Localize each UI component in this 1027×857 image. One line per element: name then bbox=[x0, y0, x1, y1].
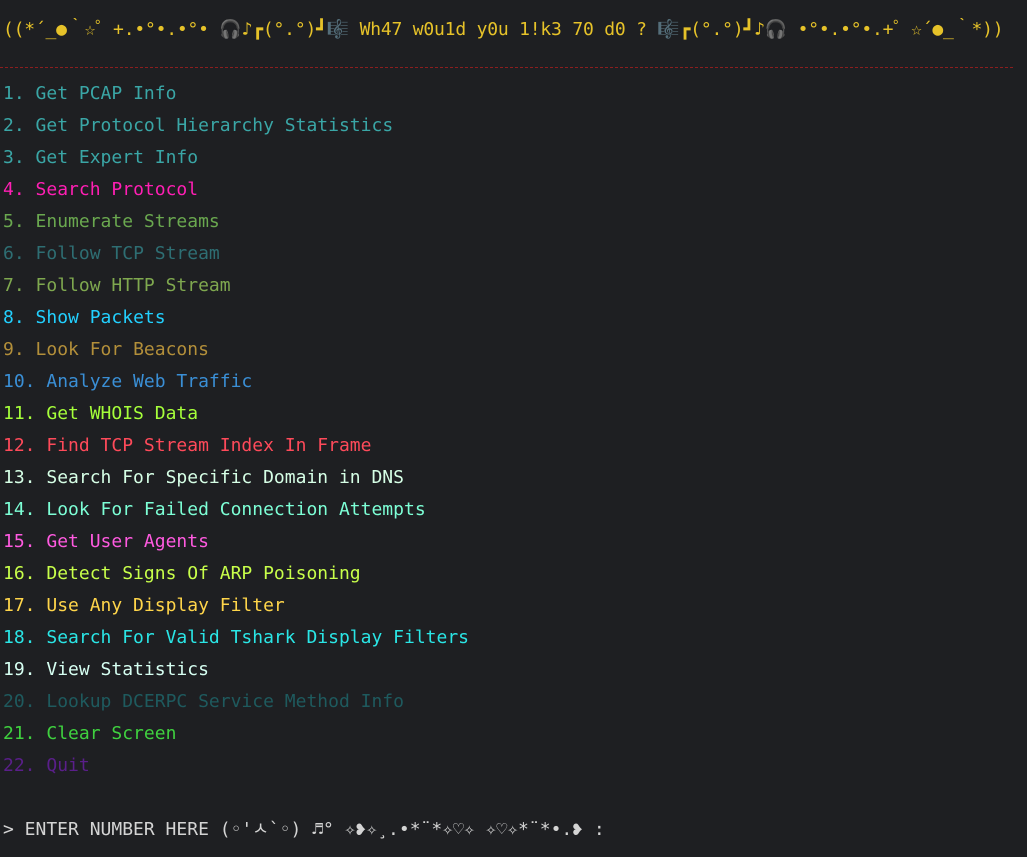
menu-item-1[interactable]: 1. Get PCAP Info bbox=[3, 82, 469, 114]
menu-item-label: Get Protocol Hierarchy Statistics bbox=[35, 115, 394, 136]
menu-item-label: Get User Agents bbox=[46, 531, 209, 552]
menu-item-10[interactable]: 10. Analyze Web Traffic bbox=[3, 370, 469, 402]
menu-item-number: 11. bbox=[3, 403, 36, 424]
menu-item-number: 22. bbox=[3, 755, 36, 776]
menu-item-4[interactable]: 4. Search Protocol bbox=[3, 178, 469, 210]
menu-item-label: Show Packets bbox=[35, 307, 166, 328]
menu-item-label: Look For Failed Connection Attempts bbox=[46, 499, 426, 520]
menu-item-20[interactable]: 20. Lookup DCERPC Service Method Info bbox=[3, 690, 469, 722]
menu-item-22[interactable]: 22. Quit bbox=[3, 754, 469, 786]
menu-item-label: Lookup DCERPC Service Method Info bbox=[46, 691, 404, 712]
menu-item-number: 21. bbox=[3, 723, 36, 744]
menu-item-label: Find TCP Stream Index In Frame bbox=[46, 435, 372, 456]
menu-item-2[interactable]: 2. Get Protocol Hierarchy Statistics bbox=[3, 114, 469, 146]
menu-item-number: 14. bbox=[3, 499, 36, 520]
menu-item-number: 16. bbox=[3, 563, 36, 584]
menu-item-7[interactable]: 7. Follow HTTP Stream bbox=[3, 274, 469, 306]
terminal-window: ((*´_●｀☆゜+.•°•.•°• 🎧♪┏(°.°)┛🎼 Wh47 w0u1d… bbox=[0, 0, 1027, 857]
menu-item-label: Get Expert Info bbox=[35, 147, 199, 168]
menu-item-label: Detect Signs Of ARP Poisoning bbox=[46, 563, 361, 584]
menu-item-label: Search For Specific Domain in DNS bbox=[46, 467, 404, 488]
menu-item-number: 4. bbox=[3, 179, 25, 200]
menu-item-label: Analyze Web Traffic bbox=[46, 371, 253, 392]
menu-item-number: 7. bbox=[3, 275, 25, 296]
menu-item-number: 8. bbox=[3, 307, 25, 328]
menu-item-5[interactable]: 5. Enumerate Streams bbox=[3, 210, 469, 242]
menu-item-8[interactable]: 8. Show Packets bbox=[3, 306, 469, 338]
menu-item-13[interactable]: 13. Search For Specific Domain in DNS bbox=[3, 466, 469, 498]
menu-item-number: 3. bbox=[3, 147, 25, 168]
menu-item-number: 20. bbox=[3, 691, 36, 712]
menu-item-number: 12. bbox=[3, 435, 36, 456]
menu-item-9[interactable]: 9. Look For Beacons bbox=[3, 338, 469, 370]
menu-item-19[interactable]: 19. View Statistics bbox=[3, 658, 469, 690]
menu-item-6[interactable]: 6. Follow TCP Stream bbox=[3, 242, 469, 274]
menu-item-number: 19. bbox=[3, 659, 36, 680]
menu-item-number: 5. bbox=[3, 211, 25, 232]
menu-item-label: Quit bbox=[46, 755, 90, 776]
menu-item-number: 2. bbox=[3, 115, 25, 136]
input-prompt[interactable]: > ENTER NUMBER HERE (◦'ㅅ`◦) ♬° ✧❥✧¸.•*¨*… bbox=[3, 818, 605, 842]
menu-item-14[interactable]: 14. Look For Failed Connection Attempts bbox=[3, 498, 469, 530]
menu-item-label: Enumerate Streams bbox=[35, 211, 220, 232]
menu-item-label: Use Any Display Filter bbox=[46, 595, 285, 616]
menu-banner: ((*´_●｀☆゜+.•°•.•°• 🎧♪┏(°.°)┛🎼 Wh47 w0u1d… bbox=[3, 19, 1004, 40]
menu-item-3[interactable]: 3. Get Expert Info bbox=[3, 146, 469, 178]
menu-item-label: Get WHOIS Data bbox=[46, 403, 199, 424]
menu-item-number: 18. bbox=[3, 627, 36, 648]
menu-item-label: View Statistics bbox=[46, 659, 209, 680]
menu-item-18[interactable]: 18. Search For Valid Tshark Display Filte… bbox=[3, 626, 469, 658]
menu-item-label: Search For Valid Tshark Display Filters bbox=[46, 627, 469, 648]
menu-item-number: 1. bbox=[3, 83, 25, 104]
menu-item-16[interactable]: 16. Detect Signs Of ARP Poisoning bbox=[3, 562, 469, 594]
menu-item-number: 10. bbox=[3, 371, 36, 392]
menu-item-label: Clear Screen bbox=[46, 723, 177, 744]
menu-item-number: 15. bbox=[3, 531, 36, 552]
menu-item-17[interactable]: 17. Use Any Display Filter bbox=[3, 594, 469, 626]
menu-item-21[interactable]: 21. Clear Screen bbox=[3, 722, 469, 754]
prompt-text: > ENTER NUMBER HERE (◦'ㅅ`◦) ♬° ✧❥✧¸.•*¨*… bbox=[3, 819, 605, 840]
menu-item-label: Get PCAP Info bbox=[35, 83, 177, 104]
main-menu: 1. Get PCAP Info 2. Get Protocol Hierarchy… bbox=[3, 82, 469, 786]
menu-item-number: 17. bbox=[3, 595, 36, 616]
menu-item-12[interactable]: 12. Find TCP Stream Index In Frame bbox=[3, 434, 469, 466]
banner-divider bbox=[0, 67, 1013, 68]
menu-item-label: Follow HTTP Stream bbox=[35, 275, 231, 296]
menu-item-number: 13. bbox=[3, 467, 36, 488]
menu-item-number: 6. bbox=[3, 243, 25, 264]
menu-item-number: 9. bbox=[3, 339, 25, 360]
menu-item-11[interactable]: 11. Get WHOIS Data bbox=[3, 402, 469, 434]
menu-item-label: Search Protocol bbox=[35, 179, 199, 200]
menu-item-15[interactable]: 15. Get User Agents bbox=[3, 530, 469, 562]
menu-item-label: Look For Beacons bbox=[35, 339, 209, 360]
menu-item-label: Follow TCP Stream bbox=[35, 243, 220, 264]
